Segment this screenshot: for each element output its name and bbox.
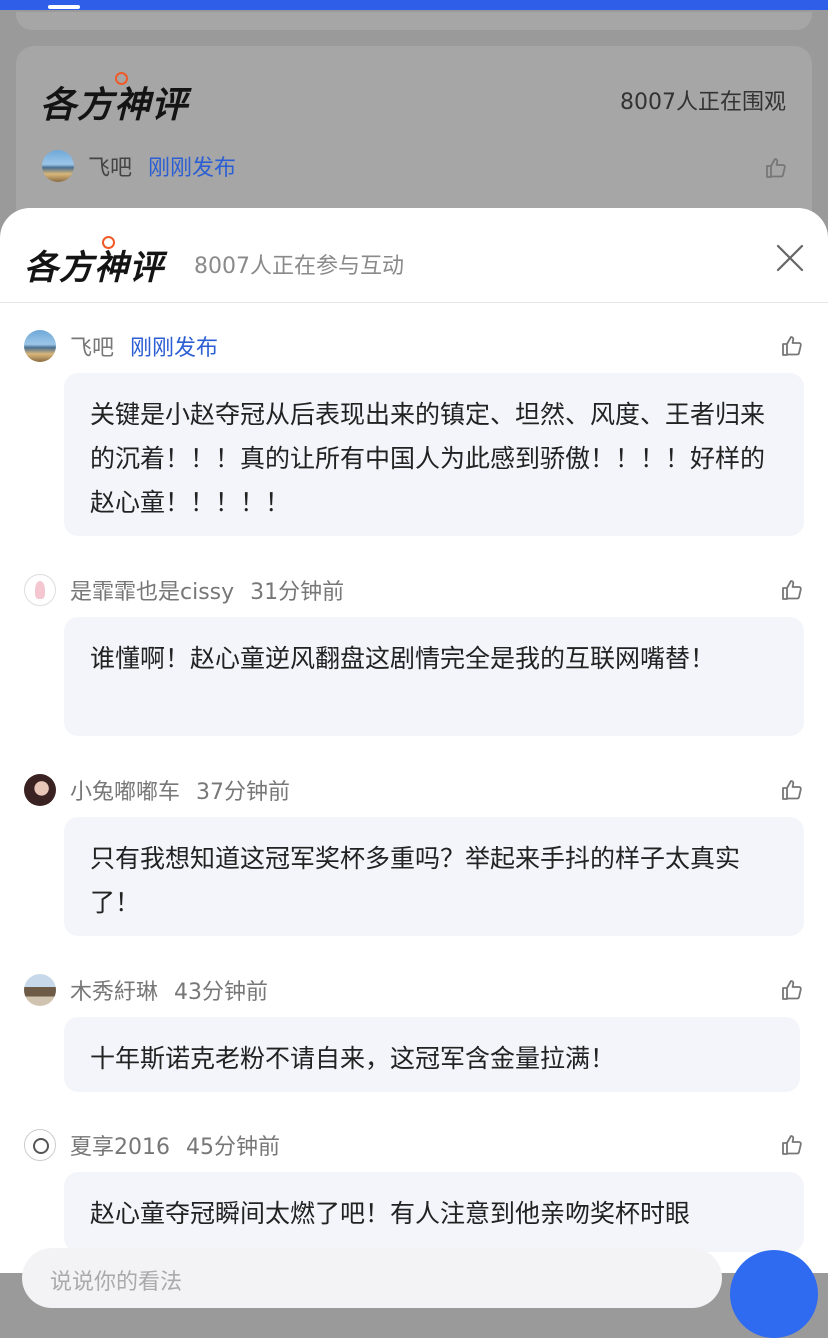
post-time: 37分钟前	[196, 780, 291, 805]
post-time: 45分钟前	[186, 1135, 280, 1160]
background-comment-card[interactable]: 各方神评 8007人正在围观 飞吧 刚刚发布	[16, 46, 812, 226]
brand-dot-icon	[102, 236, 115, 249]
thumbs-up-icon[interactable]	[764, 156, 788, 180]
comment-text[interactable]: 谁懂啊！赵心童逆风翻盘这剧情完全是我的互联网嘴替！	[64, 617, 804, 736]
comment-text[interactable]: 十年斯诺克老粉不请自来，这冠军含金量拉满！	[64, 1017, 800, 1092]
thumbs-up-icon[interactable]	[780, 778, 804, 802]
avatar[interactable]	[24, 1129, 56, 1161]
comment-header: 木秀紆琳 43分钟前	[24, 973, 804, 1007]
top-progress-bar	[0, 0, 828, 10]
participant-count: 8007人正在参与互动	[194, 254, 404, 279]
comment-input[interactable]: 说说你的看法	[22, 1248, 722, 1308]
username[interactable]: 飞吧	[70, 330, 114, 362]
brand-dot-icon	[115, 72, 128, 85]
thumbs-up-icon[interactable]	[780, 578, 804, 602]
thumbs-up-icon[interactable]	[780, 1133, 804, 1157]
background-card-edge	[16, 12, 812, 30]
close-icon[interactable]	[774, 242, 806, 274]
avatar[interactable]	[24, 974, 56, 1006]
thumbs-up-icon[interactable]	[780, 334, 804, 358]
comment-text[interactable]: 赵心童夺冠瞬间太燃了吧！有人注意到他亲吻奖杯时眼	[64, 1172, 804, 1252]
avatar[interactable]	[24, 330, 56, 362]
sheet-header: 各方神评 8007人正在参与互动	[0, 208, 828, 303]
viewer-count: 8007人正在围观	[620, 90, 786, 115]
page-indicator	[48, 5, 80, 9]
comment-header: 夏享2016 45分钟前	[24, 1128, 804, 1162]
post-time: 刚刚发布	[148, 156, 237, 181]
username[interactable]: 飞吧	[88, 150, 132, 182]
comment-header: 是霏霏也是cissy 31分钟前	[24, 573, 804, 607]
post-time: 43分钟前	[174, 980, 269, 1005]
background-card-user-row: 飞吧 刚刚发布	[42, 150, 236, 182]
username[interactable]: 是霏霏也是cissy	[70, 574, 234, 606]
avatar[interactable]	[42, 150, 74, 182]
post-time: 31分钟前	[250, 580, 345, 605]
username[interactable]: 小兔嘟嘟车	[70, 774, 180, 806]
comment-text[interactable]: 关键是小赵夺冠从后表现出来的镇定、坦然、风度、王者归来的沉着！！！真的让所有中国…	[64, 373, 804, 536]
comment-text[interactable]: 只有我想知道这冠军奖杯多重吗？举起来手抖的样子太真实了！	[64, 817, 804, 936]
send-button[interactable]	[730, 1250, 818, 1338]
comment-header: 小兔嘟嘟车 37分钟前	[24, 773, 804, 807]
sheet-title: 各方神评	[24, 236, 164, 289]
thumbs-up-icon[interactable]	[780, 978, 804, 1002]
background-card-title: 各方神评	[40, 72, 188, 128]
avatar[interactable]	[24, 774, 56, 806]
avatar[interactable]	[24, 574, 56, 606]
username[interactable]: 夏享2016	[70, 1129, 170, 1161]
username[interactable]: 木秀紆琳	[70, 974, 158, 1006]
comments-sheet: 各方神评 8007人正在参与互动 飞吧 刚刚发布 关键是小赵夺冠从后表现出来的镇…	[0, 208, 828, 1273]
comment-header: 飞吧 刚刚发布	[24, 329, 804, 363]
comment-input-placeholder: 说说你的看法	[50, 1270, 183, 1295]
post-time: 刚刚发布	[130, 336, 219, 361]
